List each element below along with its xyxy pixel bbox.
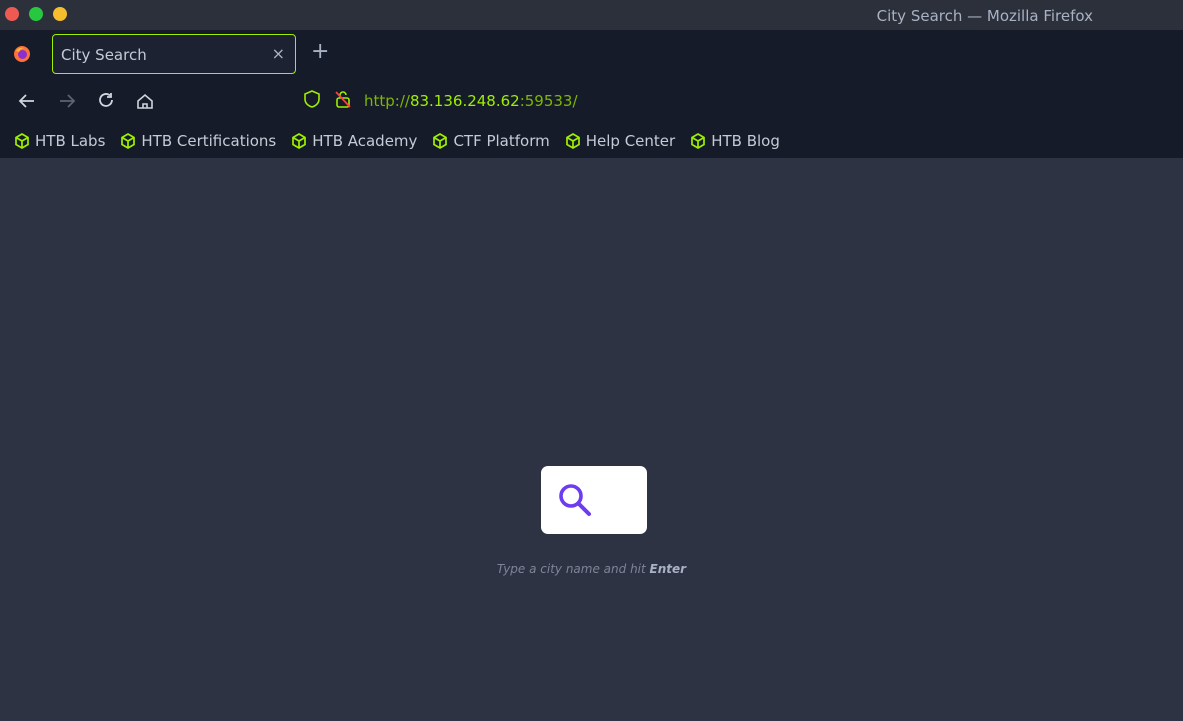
- insecure-lock-icon[interactable]: [334, 89, 352, 113]
- bookmark-label: HTB Blog: [711, 132, 780, 150]
- back-icon[interactable]: [16, 90, 38, 112]
- reload-icon[interactable]: [95, 90, 117, 112]
- search-icon[interactable]: [557, 482, 593, 522]
- bookmarks-toolbar: HTB Labs HTB Certifications HTB Academy …: [0, 124, 1183, 158]
- window-title: City Search — Mozilla Firefox: [876, 7, 1093, 25]
- bookmark-label: HTB Labs: [35, 132, 106, 150]
- url-scheme: http://: [364, 92, 410, 110]
- maximize-window-button[interactable]: [53, 7, 67, 21]
- tab-city-search[interactable]: City Search ×: [52, 34, 296, 74]
- page-content: Type a city name and hit Enter: [0, 158, 1183, 721]
- cube-icon: [565, 133, 580, 149]
- cube-icon: [691, 133, 706, 149]
- url-port-path: :59533/: [519, 92, 578, 110]
- minimize-window-button[interactable]: [29, 7, 43, 21]
- bookmark-label: Help Center: [585, 132, 676, 150]
- shield-icon[interactable]: [302, 89, 322, 113]
- cube-icon: [433, 133, 448, 149]
- hint-text: Type a city name and hit: [496, 562, 650, 576]
- bookmark-label: HTB Certifications: [141, 132, 277, 150]
- url-host: 83.136.248.62: [409, 92, 520, 110]
- bookmark-htb-certifications[interactable]: HTB Certifications: [119, 132, 276, 150]
- cube-icon: [121, 133, 136, 149]
- url-bar[interactable]: http://83.136.248.62:59533/: [302, 89, 578, 113]
- cube-icon: [292, 133, 307, 149]
- search-hint: Type a city name and hit Enter: [0, 562, 1183, 576]
- navigation-bar: http://83.136.248.62:59533/: [0, 78, 1183, 124]
- cube-icon: [15, 133, 29, 149]
- bookmark-htb-academy[interactable]: HTB Academy: [290, 132, 417, 150]
- hint-key: Enter: [649, 562, 687, 576]
- url-text[interactable]: http://83.136.248.62:59533/: [364, 92, 578, 110]
- home-icon[interactable]: [134, 90, 156, 112]
- tab-bar: City Search × +: [0, 30, 1183, 78]
- bookmark-label: HTB Academy: [312, 132, 418, 150]
- city-search-input[interactable]: [601, 482, 641, 518]
- firefox-icon[interactable]: [13, 45, 31, 63]
- new-tab-button[interactable]: +: [311, 41, 329, 63]
- bookmark-help-center[interactable]: Help Center: [564, 132, 675, 150]
- tab-title: City Search: [61, 46, 147, 64]
- bookmark-label: CTF Platform: [453, 132, 550, 150]
- close-tab-icon[interactable]: ×: [272, 44, 285, 63]
- title-bar: City Search — Mozilla Firefox: [0, 0, 1183, 30]
- bookmark-htb-labs[interactable]: HTB Labs: [13, 132, 105, 150]
- bookmark-ctf-platform[interactable]: CTF Platform: [431, 132, 550, 150]
- city-search-box[interactable]: [541, 466, 647, 534]
- bookmark-htb-blog[interactable]: HTB Blog: [689, 132, 780, 150]
- close-window-button[interactable]: [5, 7, 19, 21]
- forward-icon[interactable]: [56, 90, 78, 112]
